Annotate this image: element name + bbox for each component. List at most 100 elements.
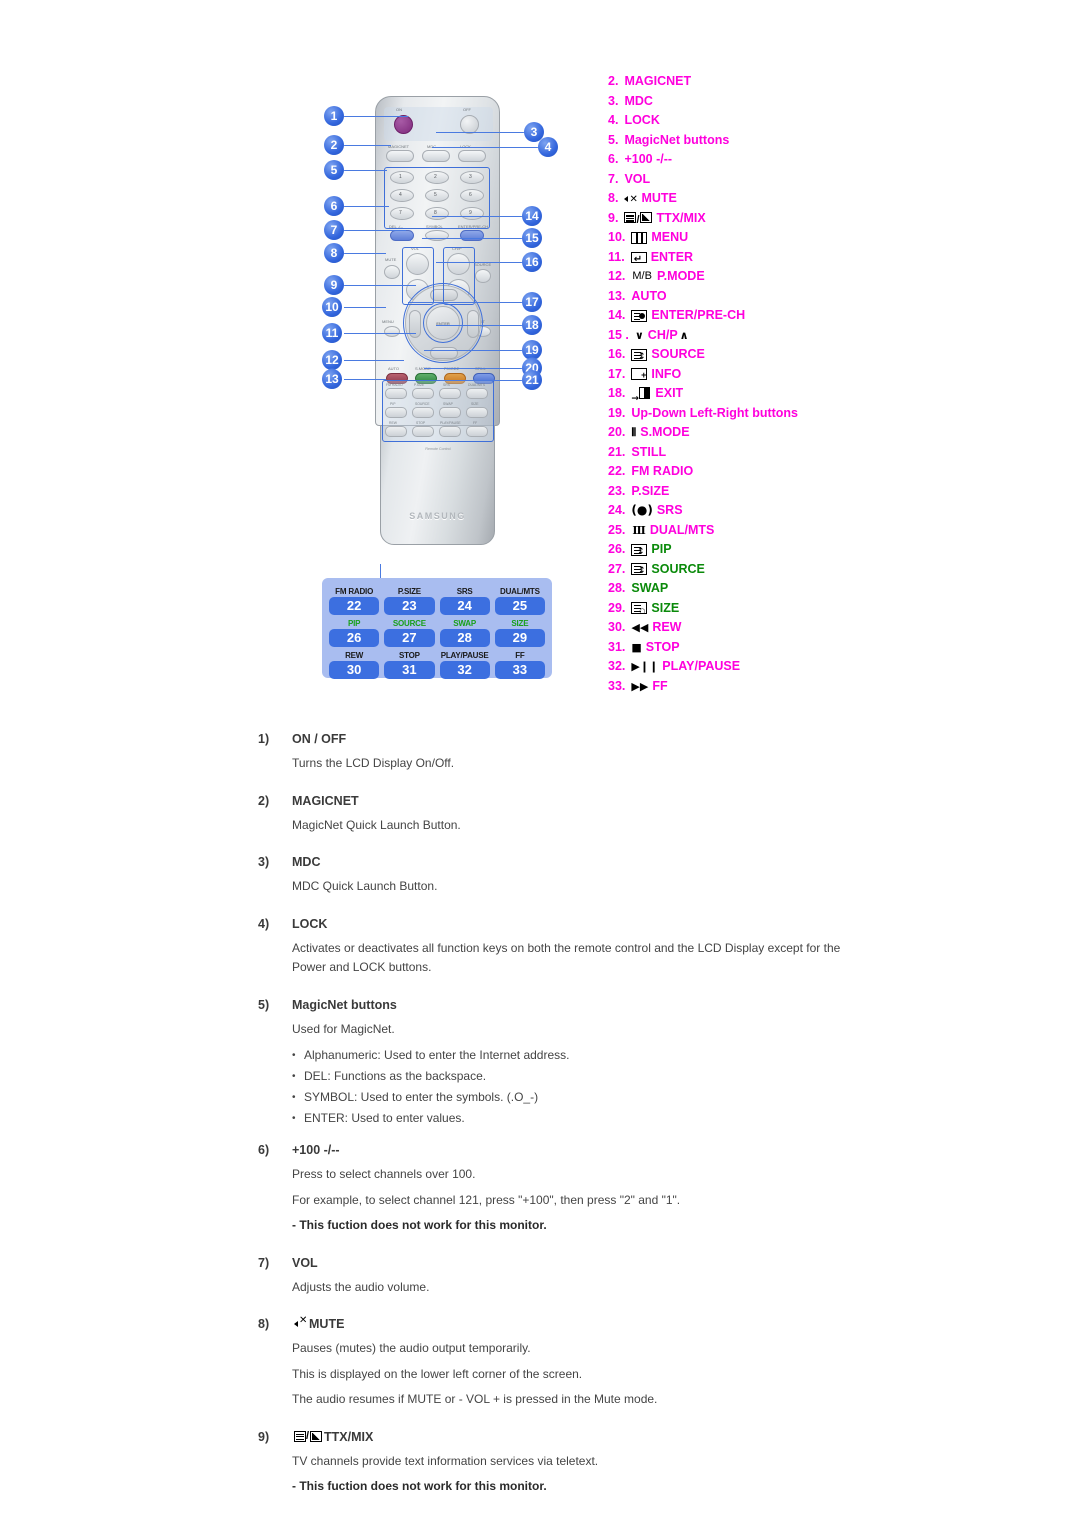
button-legend-list: 2. MAGICNET 3. MDC 4. LOCK 5. MagicNet buttons 6… [608, 72, 938, 696]
panel-caption: SRS [456, 587, 473, 596]
panel-cell[interactable]: P.SIZE 23 [384, 586, 435, 617]
legend-label: PLAY/PAUSE [662, 659, 741, 673]
section-bullet: Alphanumeric: Used to enter the Internet… [292, 1045, 1080, 1066]
plus100-button[interactable] [390, 230, 414, 241]
panel-key[interactable]: 30 [329, 661, 380, 679]
callout-badge-16: 16 [522, 252, 542, 272]
button-descriptions: 1) ON / OFF Turns the LCD Display On/Off. 2… [0, 718, 1080, 1503]
legend-item: 30. ◀◀ REW [608, 618, 938, 638]
section-heading: 5) MagicNet buttons [258, 984, 1080, 1012]
section-bullet: ENTER: Used to enter values. [292, 1108, 1080, 1129]
cover-label-source: SOURCE [415, 402, 430, 406]
panel-key[interactable]: 23 [384, 597, 435, 615]
panel-key[interactable]: 32 [439, 661, 490, 679]
panel-cell[interactable]: STOP 31 [384, 650, 435, 681]
key-0[interactable] [425, 230, 449, 241]
power-on-button[interactable] [394, 115, 413, 134]
legend-number: 27. [608, 561, 626, 576]
panel-cell[interactable]: SWAP 28 [439, 618, 490, 649]
panel-key[interactable]: 29 [494, 629, 545, 647]
section-body: MDC Quick Launch Button. [292, 877, 1080, 897]
cover-key-source[interactable] [412, 407, 434, 418]
panel-key[interactable]: 26 [329, 629, 380, 647]
cover-key-dualmts[interactable] [466, 388, 488, 399]
section-title-wrap: MDC [292, 855, 320, 869]
cover-key-srs[interactable] [439, 388, 461, 399]
legend-label: S.MODE [640, 425, 690, 439]
cover-key-fm-radio[interactable] [385, 388, 407, 399]
legend-item: 13. AUTO [608, 287, 938, 307]
magicnet-key-label: MAGICNET [388, 144, 410, 149]
panel-cell[interactable]: SOURCE 27 [384, 618, 435, 649]
panel-key[interactable]: 27 [384, 629, 435, 647]
legend-label: TTX/MIX [656, 210, 706, 225]
cover-label-dualmts: DUAL/MTS [468, 383, 486, 387]
legend-item: 6. +100 -/-- [608, 150, 938, 170]
panel-key[interactable]: 25 [494, 597, 545, 615]
panel-key[interactable]: 33 [494, 661, 545, 679]
legend-label: MDC [624, 93, 653, 108]
menu-button[interactable] [384, 326, 400, 337]
dpad-down[interactable] [430, 347, 458, 359]
panel-cell[interactable]: DUAL/MTS 25 [494, 586, 545, 617]
section-paragraph: The audio resumes if MUTE or - VOL + is … [292, 1392, 658, 1406]
panel-cell[interactable]: REW 30 [329, 650, 380, 681]
section-paragraph: TV channels provide text information ser… [292, 1453, 599, 1468]
cover-key-psize[interactable] [412, 388, 434, 399]
cover-key-playpause[interactable] [439, 426, 461, 437]
panel-cell[interactable]: FF 33 [494, 650, 545, 681]
panel-cell[interactable]: SIZE 29 [494, 618, 545, 649]
legend-item: 14. ENTER/PRE-CH [608, 306, 938, 326]
dpad-enter-button[interactable]: ENTER [423, 303, 463, 343]
dpad-right[interactable] [467, 310, 479, 338]
section-body: Press to select channels over 100. For ex… [292, 1165, 1080, 1236]
cover-key-pip[interactable] [385, 407, 407, 418]
callout-badge-10: 10 [322, 297, 342, 317]
remote-upper-body: ON OFF MAGICNET MDC LOCK [375, 96, 500, 426]
legend-item: 31. ■ STOP [608, 638, 938, 658]
menu-icon [631, 231, 648, 244]
prech-icon [631, 309, 648, 322]
cover-key-rew[interactable] [385, 426, 407, 437]
mute-button[interactable] [384, 265, 400, 279]
legend-label: DUAL/MTS [649, 522, 715, 537]
section-paragraph: Pauses (mutes) the audio output temporar… [292, 1341, 531, 1355]
cover-key-size[interactable] [466, 407, 488, 418]
mdc-button[interactable] [422, 150, 450, 162]
lock-button[interactable] [458, 150, 486, 162]
chp-highlight-box [443, 247, 475, 305]
section-title: +100 -/-- [292, 1143, 340, 1157]
panel-caption: SOURCE [392, 619, 426, 628]
panel-cell[interactable]: SRS 24 [439, 586, 490, 617]
description-section: 8) MUTE Pauses (mutes) the audio output te… [0, 1303, 1080, 1410]
section-bullet: DEL: Functions as the backspace. [292, 1066, 1080, 1087]
legend-label: VOL [624, 171, 651, 186]
callout-badge-6: 6 [324, 196, 344, 216]
panel-cell[interactable]: PLAY/PAUSE 32 [439, 650, 490, 681]
legend-label: SWAP [631, 581, 669, 595]
section-number: 6) [258, 1143, 270, 1157]
legend-number: 25. [608, 522, 626, 537]
magicnet-button[interactable] [386, 150, 414, 162]
legend-item: 24. (●) SRS [608, 501, 938, 521]
callout-badge-2: 2 [324, 135, 344, 155]
cover-key-ff[interactable] [466, 426, 488, 437]
cover-key-stop[interactable] [412, 426, 434, 437]
panel-cell[interactable]: PIP 26 [329, 618, 380, 649]
panel-key[interactable]: 24 [439, 597, 490, 615]
legend-item: 27. SOURCE [608, 560, 938, 582]
smode-icon: ⦀ [631, 426, 637, 439]
panel-key[interactable]: 31 [384, 661, 435, 679]
section-title-wrap: +100 -/-- [292, 1143, 340, 1157]
enter-prech-button[interactable] [460, 230, 484, 241]
source-button[interactable] [475, 269, 491, 283]
section-title: LOCK [292, 916, 328, 931]
legend-number: 8. [608, 191, 619, 205]
cover-key-swap[interactable] [439, 407, 461, 418]
legend-item: 16. SOURCE [608, 345, 938, 367]
panel-cell[interactable]: FM RADIO 22 [329, 586, 380, 617]
panel-key[interactable]: 22 [329, 597, 380, 615]
page-root: SAMSUNG ON OFF MAGICNET MDC LOCK [0, 0, 1080, 1528]
section-number: 4) [258, 916, 270, 931]
panel-key[interactable]: 28 [439, 629, 490, 647]
